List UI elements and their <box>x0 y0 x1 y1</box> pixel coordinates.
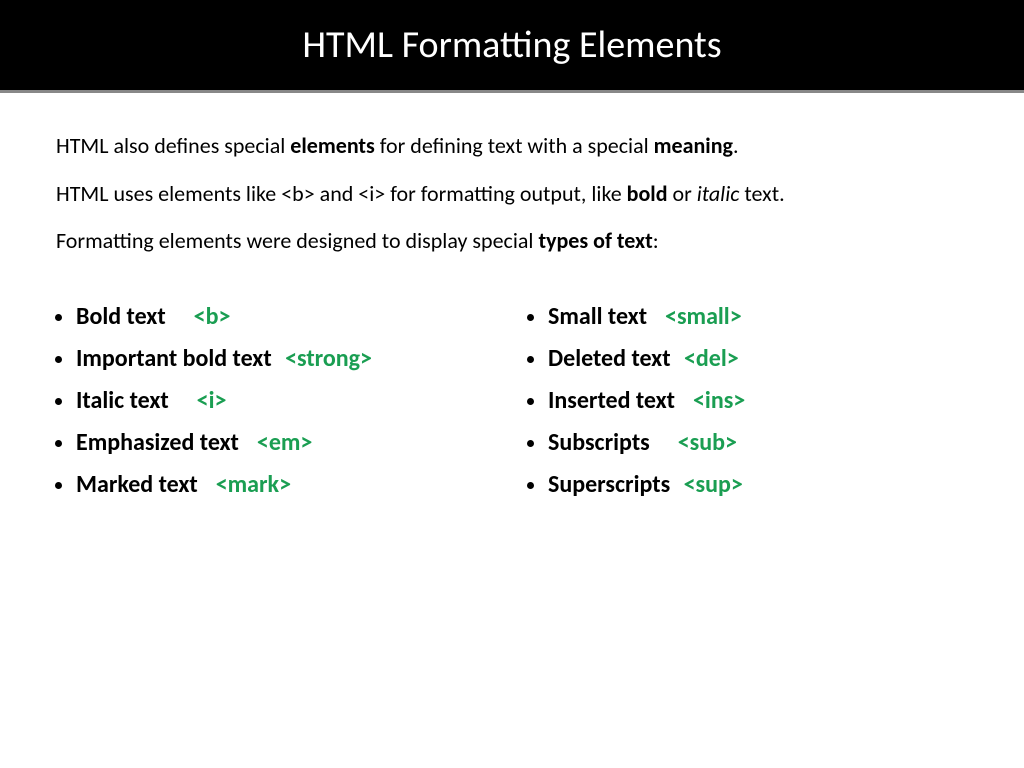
list-item: Subscripts <sub> <box>548 422 984 464</box>
text: text. <box>739 180 784 207</box>
text-bold: elements <box>290 132 375 159</box>
right-column: Small text <small> Deleted text <del> Ins… <box>512 296 984 506</box>
text-bold: types of text <box>538 227 652 254</box>
item-label: Important bold text <box>76 344 272 373</box>
list-item: Italic text <i> <box>76 380 512 422</box>
item-tag: <i> <box>197 386 227 415</box>
text: or <box>668 180 697 207</box>
text: for defining text with a special <box>375 132 654 159</box>
left-column: Bold text <b> Important bold text <strong… <box>40 296 512 506</box>
list-item: Marked text <mark> <box>76 464 512 506</box>
list-item: Small text <small> <box>548 296 984 338</box>
columns: Bold text <b> Important bold text <strong… <box>0 284 1024 506</box>
text: HTML also defines special <box>56 132 290 159</box>
item-label: Marked text <box>76 470 198 499</box>
item-label: Emphasized text <box>76 428 239 457</box>
item-tag: <del> <box>684 344 739 373</box>
item-tag: <em> <box>257 428 313 457</box>
item-tag: <small> <box>665 302 742 331</box>
item-tag: <strong> <box>285 344 372 373</box>
intro-line-1: HTML also defines special elements for d… <box>56 131 968 161</box>
text: HTML uses elements like <b> and <i> for … <box>56 180 627 207</box>
item-label: Subscripts <box>548 428 650 457</box>
text: Formatting elements were designed to dis… <box>56 227 538 254</box>
item-tag: <mark> <box>216 470 291 499</box>
slide-title: HTML Formatting Elements <box>302 22 721 68</box>
text-bold: bold <box>627 180 668 207</box>
right-list: Small text <small> Deleted text <del> Ins… <box>512 296 984 506</box>
text-italic: italic <box>697 180 740 207</box>
item-label: Superscripts <box>548 470 670 499</box>
item-label: Italic text <box>76 386 169 415</box>
item-tag: <b> <box>194 302 231 331</box>
item-tag: <ins> <box>693 386 745 415</box>
item-tag: <sub> <box>678 428 737 457</box>
item-label: Small text <box>548 302 647 331</box>
item-label: Deleted text <box>548 344 671 373</box>
left-list: Bold text <b> Important bold text <strong… <box>40 296 512 506</box>
intro-block: HTML also defines special elements for d… <box>0 93 1024 284</box>
list-item: Superscripts <sup> <box>548 464 984 506</box>
intro-line-3: Formatting elements were designed to dis… <box>56 226 968 256</box>
item-label: Bold text <box>76 302 166 331</box>
text: : <box>653 227 659 254</box>
text-bold: meaning <box>654 132 733 159</box>
list-item: Important bold text <strong> <box>76 338 512 380</box>
list-item: Inserted text <ins> <box>548 380 984 422</box>
slide-header: HTML Formatting Elements <box>0 0 1024 93</box>
text: . <box>733 132 739 159</box>
list-item: Bold text <b> <box>76 296 512 338</box>
item-tag: <sup> <box>684 470 743 499</box>
item-label: Inserted text <box>548 386 675 415</box>
intro-line-2: HTML uses elements like <b> and <i> for … <box>56 179 968 209</box>
list-item: Emphasized text <em> <box>76 422 512 464</box>
list-item: Deleted text <del> <box>548 338 984 380</box>
